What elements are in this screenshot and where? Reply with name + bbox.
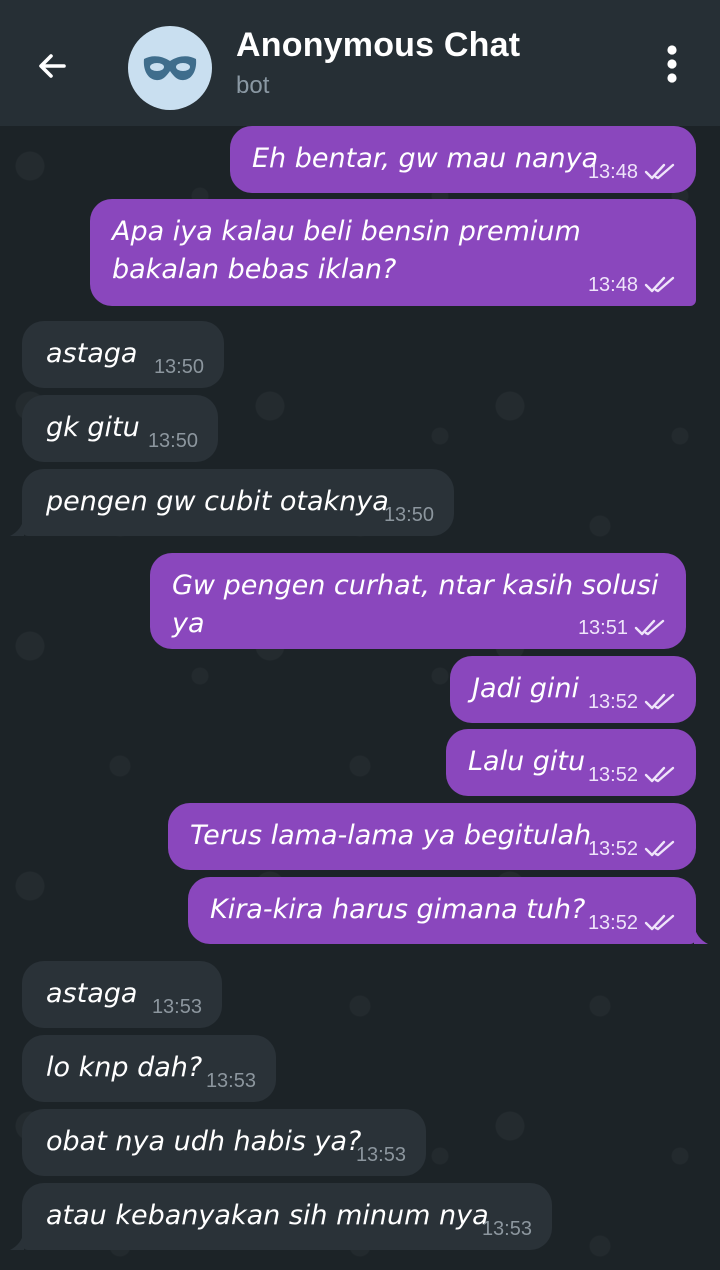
message-time: 13:53: [205, 1070, 256, 1092]
chat-header: Anonymous Chat bot: [0, 0, 720, 126]
double-check-icon: [644, 766, 675, 783]
message-meta: 13:48: [588, 161, 676, 183]
message-text: astaga: [46, 338, 138, 369]
message-time: 13:52: [587, 691, 638, 713]
message-text: gk gitu: [46, 412, 140, 443]
message-outgoing[interactable]: Kira-kira harus gimana tuh? 13:52: [188, 877, 696, 944]
message-text: Apa iya kalau beli bensin premium bakala…: [112, 216, 590, 285]
double-check-icon: [644, 163, 675, 180]
message-time: 13:48: [587, 274, 638, 296]
message-text: atau kebanyakan sih minum nya: [46, 1200, 489, 1231]
message-incoming[interactable]: gk gitu 13:50: [22, 395, 218, 462]
message-meta: 13:48: [588, 274, 676, 296]
back-button[interactable]: [22, 38, 82, 94]
bubble-tail: [10, 1232, 24, 1250]
avatar[interactable]: [128, 26, 212, 110]
message-outgoing[interactable]: Apa iya kalau beli bensin premium bakala…: [90, 199, 696, 306]
message-text: pengen gw cubit otaknya: [46, 486, 389, 517]
message-incoming[interactable]: astaga 13:50: [22, 321, 224, 388]
message-outgoing[interactable]: Eh bentar, gw mau nanya 13:48: [230, 126, 696, 193]
menu-button[interactable]: [648, 40, 696, 88]
message-time: 13:52: [587, 912, 638, 934]
message-text: obat nya udh habis ya?: [46, 1126, 362, 1157]
message-meta: 13:50: [384, 504, 434, 526]
more-vertical-icon: [667, 45, 677, 83]
message-outgoing[interactable]: Terus lama-lama ya begitulah 13:52: [168, 803, 696, 870]
message-incoming[interactable]: lo knp dah? 13:53: [22, 1035, 276, 1102]
double-check-icon: [644, 693, 675, 710]
message-meta: 13:53: [356, 1144, 406, 1166]
message-text: astaga: [46, 978, 138, 1009]
mask-icon: [143, 56, 197, 81]
message-time: 13:50: [147, 430, 198, 452]
message-time: 13:53: [151, 996, 202, 1018]
message-time: 13:53: [481, 1218, 532, 1240]
double-check-icon: [644, 840, 675, 857]
message-outgoing[interactable]: Lalu gitu 13:52: [446, 729, 696, 796]
message-incoming[interactable]: obat nya udh habis ya? 13:53: [22, 1109, 426, 1176]
message-time: 13:52: [587, 838, 638, 860]
chat-title[interactable]: Anonymous Chat: [236, 26, 520, 65]
message-time: 13:50: [383, 504, 434, 526]
message-meta: 13:52: [588, 691, 676, 713]
message-meta: 13:53: [206, 1070, 256, 1092]
message-meta: 13:53: [482, 1218, 532, 1240]
message-text: Eh bentar, gw mau nanya: [252, 143, 599, 174]
message-incoming[interactable]: astaga 13:53: [22, 961, 222, 1028]
chat-messages[interactable]: Eh bentar, gw mau nanya 13:48 Apa iya ka…: [0, 126, 720, 1270]
message-meta: 13:50: [154, 356, 204, 378]
message-text: Jadi gini: [472, 673, 579, 704]
chat-subtitle: bot: [236, 72, 270, 99]
bubble-tail: [10, 518, 24, 536]
message-time: 13:50: [153, 356, 204, 378]
message-outgoing[interactable]: Gw pengen curhat, ntar kasih solusi ya 1…: [150, 553, 686, 649]
message-incoming[interactable]: atau kebanyakan sih minum nya 13:53: [22, 1183, 552, 1250]
message-meta: 13:52: [588, 764, 676, 786]
message-time: 13:51: [577, 617, 628, 639]
double-check-icon: [644, 276, 675, 293]
message-meta: 13:50: [148, 430, 198, 452]
message-meta: 13:53: [152, 996, 202, 1018]
message-meta: 13:52: [588, 912, 676, 934]
message-text: Lalu gitu: [468, 746, 586, 777]
message-meta: 13:52: [588, 838, 676, 860]
message-meta: 13:51: [578, 617, 666, 639]
double-check-icon: [634, 619, 665, 636]
message-outgoing[interactable]: Jadi gini 13:52: [450, 656, 696, 723]
message-text: Kira-kira harus gimana tuh?: [210, 894, 586, 925]
message-time: 13:53: [355, 1144, 406, 1166]
bubble-tail: [694, 926, 708, 944]
message-incoming[interactable]: pengen gw cubit otaknya 13:50: [22, 469, 454, 536]
message-time: 13:48: [587, 161, 638, 183]
double-check-icon: [644, 914, 675, 931]
message-time: 13:52: [587, 764, 638, 786]
message-text: lo knp dah?: [46, 1052, 203, 1083]
message-text: Terus lama-lama ya begitulah: [190, 820, 592, 851]
arrow-left-icon: [39, 54, 66, 78]
